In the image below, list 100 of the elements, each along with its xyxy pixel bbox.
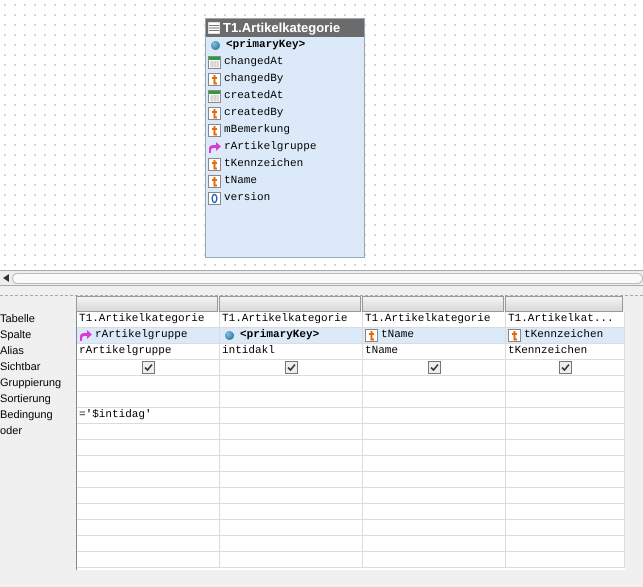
table-cell[interactable] <box>363 392 506 408</box>
table-cell[interactable]: tKennzeichen <box>506 328 625 344</box>
cell-text: rArtikelgruppe <box>79 344 172 360</box>
table-cell[interactable] <box>220 408 363 424</box>
table-cell[interactable] <box>77 552 220 568</box>
table-cell[interactable] <box>506 536 625 552</box>
field-name: version <box>224 191 270 206</box>
table-cell[interactable] <box>77 360 220 376</box>
table-cell[interactable] <box>220 488 363 504</box>
check-icon <box>560 363 570 372</box>
checkbox[interactable] <box>284 361 298 374</box>
cell-text: ='$intidag' <box>79 408 152 424</box>
table-cell[interactable] <box>363 520 506 536</box>
table-cell[interactable] <box>506 488 625 504</box>
table-cell[interactable] <box>506 520 625 536</box>
field-name: changedBy <box>224 72 284 88</box>
column-header[interactable] <box>219 296 361 312</box>
table-cell[interactable] <box>363 456 506 472</box>
table-cell[interactable] <box>363 424 506 440</box>
table-cell[interactable] <box>220 392 363 408</box>
table-cell[interactable] <box>77 536 220 552</box>
table-cell[interactable] <box>77 376 220 392</box>
field-name: <primaryKey> <box>226 38 306 54</box>
table-cell[interactable] <box>220 504 363 520</box>
column-name: rArtikelgruppe <box>95 328 188 344</box>
table-cell[interactable] <box>77 520 220 536</box>
column-header[interactable] <box>362 296 504 312</box>
row-label: oder <box>0 424 24 439</box>
table-cell[interactable]: rArtikelgruppe <box>77 328 220 344</box>
table-cell[interactable] <box>363 488 506 504</box>
table-cell[interactable]: tName <box>363 328 506 344</box>
scroll-left-icon[interactable] <box>3 274 9 282</box>
table-cell[interactable] <box>77 440 220 456</box>
column-header[interactable] <box>76 296 218 312</box>
table-cell[interactable] <box>77 488 220 504</box>
table-cell[interactable] <box>220 424 363 440</box>
table-cell[interactable] <box>506 504 625 520</box>
table-cell[interactable] <box>220 376 363 392</box>
field-name: rArtikelgruppe <box>224 140 316 156</box>
table-cell[interactable]: tKennzeichen <box>506 344 625 360</box>
table-cell[interactable] <box>506 424 625 440</box>
check-icon <box>144 363 152 372</box>
table-cell[interactable] <box>506 440 625 456</box>
table-cell[interactable] <box>220 472 363 488</box>
table-cell[interactable] <box>506 408 625 424</box>
table-cell[interactable] <box>220 456 363 472</box>
row-label: Tabelle <box>0 312 36 327</box>
table-cell[interactable] <box>363 552 506 568</box>
text-type-icon <box>208 124 221 137</box>
cell-text: tKennzeichen <box>508 344 588 360</box>
row-label: Bedingung <box>0 408 54 423</box>
table-cell[interactable] <box>363 360 506 376</box>
table-cell[interactable] <box>77 392 220 408</box>
horizontal-scrollbar[interactable] <box>0 270 643 286</box>
table-cell[interactable] <box>220 360 363 376</box>
table-cell[interactable] <box>363 472 506 488</box>
number-type-icon <box>208 192 221 205</box>
table-cell[interactable] <box>220 440 363 456</box>
checkbox[interactable] <box>428 361 440 374</box>
column-name: tName <box>381 328 414 344</box>
row-label: Spalte <box>0 328 32 343</box>
table-cell[interactable]: <primaryKey> <box>220 328 363 344</box>
table-cell[interactable] <box>220 552 363 568</box>
field-name: tName <box>224 174 258 190</box>
table-cell[interactable] <box>363 504 506 520</box>
table-cell[interactable] <box>506 392 625 408</box>
table-cell[interactable] <box>506 376 625 392</box>
table-cell[interactable] <box>506 360 625 376</box>
table-cell[interactable] <box>363 408 506 424</box>
checkbox[interactable] <box>142 361 154 374</box>
scroll-thumb[interactable] <box>12 272 643 284</box>
table-node[interactable]: T1.Artikelkategorie <primaryKey> changedAt changedBy createdAt createdBy mBemerkung rArtikelgruppe tKennzeichen tName version <box>205 18 365 258</box>
table-cell[interactable]: rArtikelgruppe <box>77 344 220 360</box>
field-name: mBemerkung <box>224 123 290 138</box>
curved-arrow-icon <box>79 329 92 342</box>
text-type-icon <box>208 175 221 188</box>
table-cell[interactable] <box>363 440 506 456</box>
text-type-icon <box>208 107 221 120</box>
field-name: createdBy <box>224 106 284 122</box>
table-cell[interactable] <box>77 472 220 488</box>
table-cell[interactable] <box>220 536 363 552</box>
table-cell[interactable] <box>77 424 220 440</box>
curved-arrow-icon <box>208 141 221 154</box>
table-cell[interactable] <box>220 520 363 536</box>
column-name: tKennzeichen <box>524 328 604 344</box>
table-cell[interactable] <box>506 472 625 488</box>
table-cell[interactable] <box>77 504 220 520</box>
cell-text: tName <box>365 344 398 360</box>
calendar-icon <box>208 90 221 103</box>
table-cell[interactable]: intidakl <box>220 344 363 360</box>
calendar-icon <box>208 56 221 69</box>
table-cell[interactable] <box>506 552 625 568</box>
table-cell[interactable]: tName <box>363 344 506 360</box>
table-cell[interactable] <box>506 456 625 472</box>
table-cell[interactable] <box>363 536 506 552</box>
column-header[interactable] <box>505 296 623 312</box>
table-cell[interactable] <box>363 376 506 392</box>
table-cell[interactable]: ='$intidag' <box>77 408 220 424</box>
table-cell[interactable] <box>77 456 220 472</box>
checkbox[interactable] <box>558 361 572 374</box>
